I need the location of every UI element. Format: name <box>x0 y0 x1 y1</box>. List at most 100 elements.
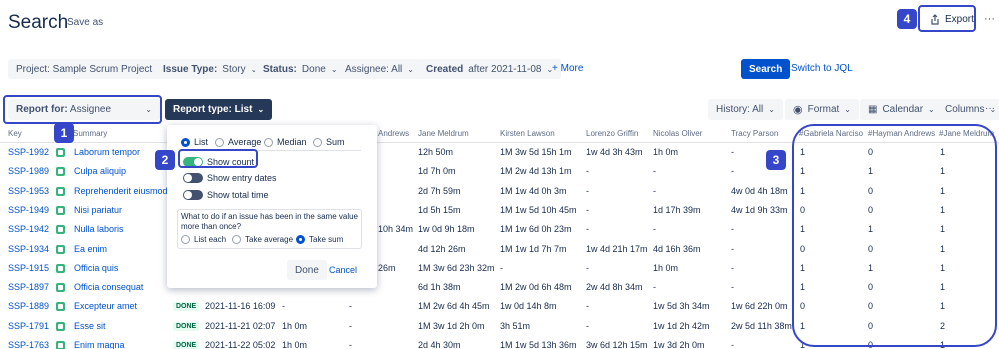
col-griffin[interactable]: Lorenzo Griffin <box>586 129 638 138</box>
oliver-cell: - <box>653 185 656 196</box>
key-link[interactable]: SSP-1942 <box>8 224 49 234</box>
chevron-down-icon: ⌄ <box>768 105 775 114</box>
format-select[interactable]: ◉ Format ⌄ <box>785 99 859 120</box>
callout-badge-4: 4 <box>897 9 917 29</box>
oliver-cell: - <box>653 282 656 293</box>
callout-show-count <box>178 149 258 168</box>
story-icon <box>56 148 65 157</box>
meldrum-cell: 12h 50m <box>418 147 454 157</box>
parson-cell: - <box>731 340 734 349</box>
radio-icon <box>232 235 241 245</box>
popup-done-button[interactable]: Done <box>287 260 327 280</box>
oliver-cell: 4d 16h 36m <box>653 243 701 254</box>
key-link[interactable]: SSP-1949 <box>8 205 49 215</box>
radio-checked-icon <box>181 138 190 148</box>
summary-link[interactable]: Officia quis <box>74 263 118 273</box>
mode-average-label: Average <box>228 137 262 147</box>
col-summary[interactable]: Summary <box>73 129 107 138</box>
more-filters-link[interactable]: + More <box>552 63 583 74</box>
key-link[interactable]: SSP-1953 <box>8 186 49 196</box>
assignee-filter[interactable]: Assignee: All ⌄ <box>337 59 422 79</box>
parson-cell: 2w 5d 11h 38m <box>731 320 792 331</box>
parson-cell: - <box>731 262 734 273</box>
duplicate-options-box: What to do if an issue has been in the s… <box>177 209 362 249</box>
lawson-cell: - <box>500 262 503 273</box>
callout-badge-3: 3 <box>766 150 786 170</box>
mode-sum-option[interactable]: Sum <box>313 137 345 148</box>
radio-checked-icon <box>296 235 305 245</box>
show-total-time-toggle[interactable] <box>183 190 203 200</box>
created-cell: 2021-11-22 05:02 <box>205 340 276 349</box>
summary-link[interactable]: Enim magna <box>74 340 125 349</box>
switch-jql-link[interactable]: Switch to JQL <box>791 63 853 74</box>
page-title: Search <box>8 12 69 33</box>
radio-icon <box>181 235 190 245</box>
summary-link[interactable]: Nisi pariatur <box>74 205 122 215</box>
story-icon <box>56 167 65 177</box>
search-button[interactable]: Search <box>741 59 791 79</box>
project-filter[interactable]: Project: Sample Scrum Project⌄ <box>8 59 172 79</box>
popup-cancel-link[interactable]: Cancel <box>329 265 357 275</box>
save-as-link[interactable]: Save as <box>67 17 103 28</box>
summary-link[interactable]: Esse sit <box>74 321 106 331</box>
history-select[interactable]: History: All ⌄ <box>708 99 783 120</box>
summary-link[interactable]: Officia consequat <box>74 282 143 292</box>
mode-median-option[interactable]: Median <box>264 137 307 148</box>
assignee-filter-label: Assignee: All <box>345 63 403 75</box>
lawson-cell: 3h 51m <box>500 320 531 331</box>
time-cell: - <box>349 320 352 331</box>
oliver-cell: 1w 1d 2h 42m <box>653 320 710 331</box>
created-cell: 2021-11-16 16:09 <box>205 301 276 312</box>
created-filter[interactable]: Created after 2021-11-08 ⌄ <box>418 59 562 79</box>
lawson-cell: 1M 1w 6d 0h 23m <box>500 224 572 235</box>
col-lawson[interactable]: Kirsten Lawson <box>500 129 555 138</box>
project-filter-label: Project: Sample Scrum Project <box>16 63 153 75</box>
status-value: Done <box>301 63 326 75</box>
andrews-cell: 26m <box>378 262 396 273</box>
summary-link[interactable]: Excepteur amet <box>74 301 137 311</box>
take-sum-option[interactable]: Take sum <box>296 235 343 245</box>
take-average-option[interactable]: Take average <box>232 235 293 245</box>
status-label: Status: <box>263 63 297 75</box>
toolbar-more-button[interactable]: ··· <box>985 103 995 114</box>
key-link[interactable]: SSP-1897 <box>8 282 49 292</box>
col-meldrum[interactable]: Jane Meldrum <box>418 129 469 138</box>
meldrum-cell: 1M 3w 1d 2h 0m <box>418 320 485 331</box>
more-actions-button[interactable]: ··· <box>984 13 995 25</box>
mode-median-label: Median <box>277 137 307 147</box>
status-badge: DONE <box>173 302 200 312</box>
summary-link[interactable]: Nulla laboris <box>74 224 124 234</box>
summary-link[interactable]: Reprehenderit eiusmod <box>74 186 168 196</box>
col-parson[interactable]: Tracy Parson <box>731 129 778 138</box>
mode-list-option[interactable]: List <box>181 137 208 148</box>
col-oliver[interactable]: Nicolas Oliver <box>653 129 702 138</box>
col-andrews[interactable]: Andrews <box>378 129 409 138</box>
key-link[interactable]: SSP-1992 <box>8 147 49 157</box>
callout-badge-2: 2 <box>155 150 175 170</box>
list-each-option[interactable]: List each <box>181 235 226 245</box>
story-icon <box>56 244 65 254</box>
status-badge: DONE <box>173 321 200 331</box>
summary-link[interactable]: Laborum tempor <box>74 147 140 157</box>
lawson-cell: 1M 1w 5d 13h 36m <box>500 340 577 349</box>
show-entry-dates-toggle[interactable] <box>183 173 203 183</box>
key-link[interactable]: SSP-1763 <box>8 340 49 349</box>
report-type-select[interactable]: Report type: List ⌄ <box>165 99 273 120</box>
status-filter[interactable]: Status: Done ⌄ <box>255 59 346 79</box>
format-label: Format <box>807 104 840 115</box>
key-link[interactable]: SSP-1934 <box>8 244 49 254</box>
parson-cell: 4w 1d 9h 33m <box>731 204 788 215</box>
col-key[interactable]: Key <box>8 129 22 138</box>
mode-average-option[interactable]: Average <box>215 137 262 148</box>
summary-link[interactable]: Culpa aliquip <box>74 166 126 176</box>
story-icon <box>56 225 65 235</box>
key-link[interactable]: SSP-1915 <box>8 263 49 273</box>
issue-type-filter[interactable]: Issue Type: Story ⌄ <box>155 59 266 79</box>
key-link[interactable]: SSP-1889 <box>8 301 49 311</box>
summary-link[interactable]: Ea enim <box>74 244 107 254</box>
key-link[interactable]: SSP-1791 <box>8 321 49 331</box>
calendar-select[interactable]: ▦ Calendar ⌄ <box>860 99 943 120</box>
issue-type-label: Issue Type: <box>163 63 218 75</box>
parson-cell: - <box>731 147 734 157</box>
key-link[interactable]: SSP-1989 <box>8 166 49 176</box>
